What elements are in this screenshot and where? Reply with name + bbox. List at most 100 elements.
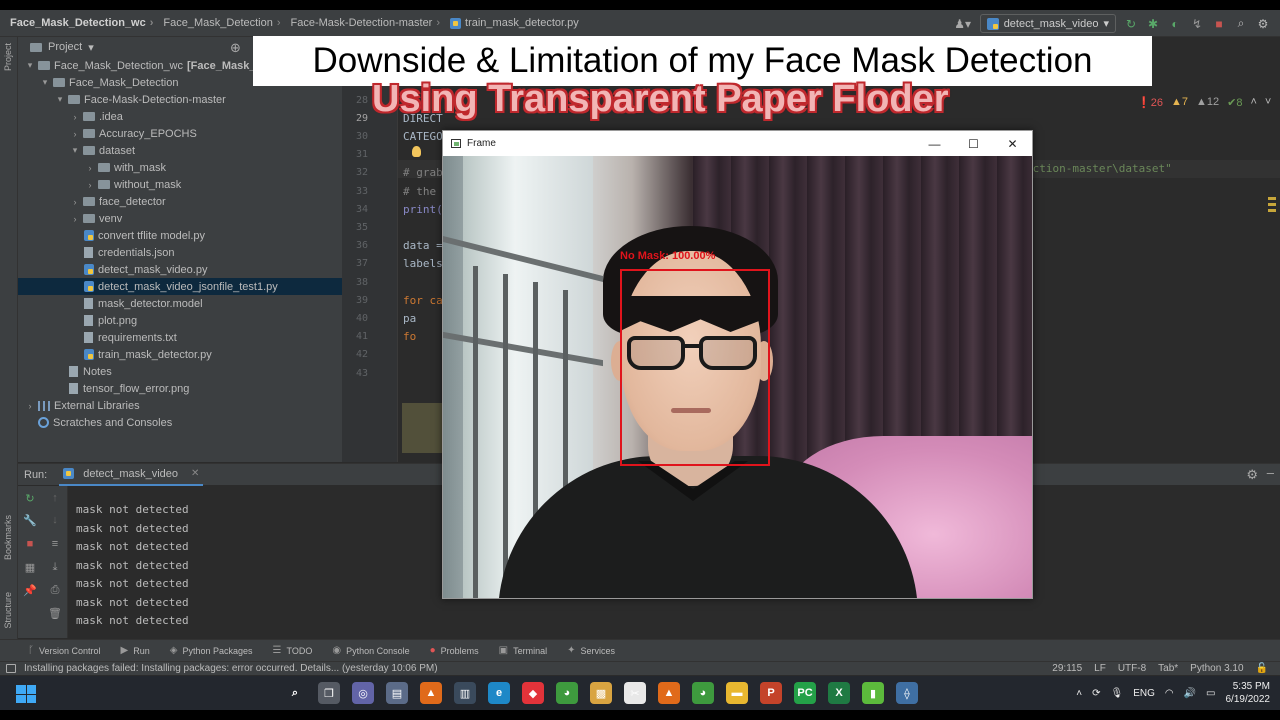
start-button[interactable] xyxy=(16,685,36,703)
indent-setting[interactable]: Tab* xyxy=(1158,663,1178,674)
matlab2-icon[interactable]: ▲ xyxy=(658,682,680,704)
language-indicator[interactable]: ENG xyxy=(1133,688,1155,699)
tree-item[interactable]: Scratches and Consoles xyxy=(18,414,342,431)
lock-icon[interactable]: 🔓 xyxy=(1256,663,1268,674)
speaker-icon[interactable]: 🔊 xyxy=(1184,688,1196,699)
tree-item[interactable]: convert tflite model.py xyxy=(18,227,342,244)
arrow-down-icon[interactable]: ↓ xyxy=(47,514,63,526)
target-icon[interactable]: ⊕ xyxy=(230,40,241,56)
tree-item[interactable]: train_mask_detector.py xyxy=(18,346,342,363)
line-separator[interactable]: LF xyxy=(1094,663,1106,674)
tree-item[interactable]: ▾ Face-Mask-Detection-master xyxy=(18,91,342,108)
wifi-icon[interactable]: ◠ xyxy=(1165,688,1174,699)
bookmarks-tool-tab[interactable]: Bookmarks xyxy=(3,515,13,560)
chevron-icon[interactable]: ▾ xyxy=(39,77,51,88)
file-encoding[interactable]: UTF-8 xyxy=(1118,663,1146,674)
tree-item[interactable]: › without_mask xyxy=(18,176,342,193)
chevron-icon[interactable]: ▾ xyxy=(54,94,66,105)
chrome-icon[interactable]: ◕ xyxy=(556,682,578,704)
soft-wrap-icon[interactable]: ≡ xyxy=(47,538,63,550)
calculator-icon[interactable]: ▤ xyxy=(386,682,408,704)
trash-icon[interactable]: 🗑 xyxy=(47,607,63,620)
python-icon[interactable]: ⟠ xyxy=(896,682,918,704)
explorer-icon[interactable]: ▬ xyxy=(726,682,748,704)
tree-item[interactable]: tensor_flow_error.png xyxy=(18,380,342,397)
clock[interactable]: 5:35 PM 6/19/2022 xyxy=(1226,680,1271,706)
coverage-icon[interactable]: ◐ xyxy=(1168,17,1182,31)
maximize-button[interactable]: ☐ xyxy=(954,131,993,156)
chevron-icon[interactable]: › xyxy=(84,163,96,173)
search-icon[interactable]: ⌕ xyxy=(1234,16,1248,31)
chevron-icon[interactable]: › xyxy=(84,180,96,190)
chevron-icon[interactable]: ▾ xyxy=(69,145,81,156)
chevron-icon[interactable]: › xyxy=(24,401,36,411)
app-icon[interactable]: ▥ xyxy=(454,682,476,704)
scroll-to-end-icon[interactable]: ⤓ xyxy=(47,561,63,574)
layout-icon[interactable]: ▦ xyxy=(22,561,38,574)
tool-tab-problems[interactable]: ● Problems xyxy=(430,645,479,656)
sync-icon[interactable]: ⟳ xyxy=(1092,688,1100,699)
search-icon[interactable]: ⌕ xyxy=(284,682,306,704)
lightbulb-icon[interactable] xyxy=(412,146,421,157)
tree-item[interactable]: detect_mask_video.py xyxy=(18,261,342,278)
chevron-icon[interactable]: › xyxy=(69,214,81,224)
project-tool-tab[interactable]: Project xyxy=(3,43,13,71)
battery-icon[interactable]: ▭ xyxy=(1206,688,1215,699)
snip-icon[interactable]: ✂ xyxy=(624,682,646,704)
inspection-widget[interactable]: ❗26 ▲7 ▲12 ✔8 ˄ ˅ xyxy=(1137,96,1271,109)
chrome2-icon[interactable]: ◕ xyxy=(692,682,714,704)
tree-item[interactable]: › .idea xyxy=(18,108,342,125)
opencv-frame-window[interactable]: Frame — ☐ ✕ No Mask: 100.00% xyxy=(442,130,1033,599)
breadcrumb-project[interactable]: Face_Mask_Detection_wc › xyxy=(0,17,153,29)
tree-item[interactable]: › venv xyxy=(18,210,342,227)
breadcrumb-file[interactable]: train_mask_detector.py xyxy=(440,17,579,29)
chevron-icon[interactable]: ▾ xyxy=(24,60,36,71)
print-icon[interactable]: ⎙ xyxy=(47,584,63,597)
tree-item[interactable]: detect_mask_video_jsonfile_test1.py xyxy=(18,278,342,295)
powerpoint-icon[interactable]: P xyxy=(760,682,782,704)
python-interpreter[interactable]: Python 3.10 xyxy=(1190,663,1243,674)
tree-item[interactable]: credentials.json xyxy=(18,244,342,261)
tree-item[interactable]: plot.png xyxy=(18,312,342,329)
chat-icon[interactable]: ◎ xyxy=(352,682,374,704)
app2-icon[interactable]: ▩ xyxy=(590,682,612,704)
wrench-icon[interactable]: 🔧 xyxy=(22,514,38,527)
run-tab-detect-mask-video[interactable]: detect_mask_video ✕ xyxy=(59,464,204,486)
tree-item[interactable]: › with_mask xyxy=(18,159,342,176)
pin-icon[interactable]: 📌 xyxy=(22,584,38,597)
rerun-icon[interactable]: ↻ xyxy=(22,492,38,505)
chevron-down-icon[interactable]: ˅ xyxy=(1265,96,1271,109)
tree-item[interactable]: ▾ dataset xyxy=(18,142,342,159)
microphone-icon[interactable]: 🎙 xyxy=(1110,688,1123,699)
tool-tab-python-console[interactable]: ◉ Python Console xyxy=(332,645,409,656)
tree-item[interactable]: › External Libraries xyxy=(18,397,342,414)
rerun-icon[interactable]: ↻ xyxy=(1124,17,1138,31)
user-icon[interactable]: ♟▾ xyxy=(954,17,972,31)
scrollbar-markers[interactable] xyxy=(1268,197,1276,215)
tool-tab-terminal[interactable]: ▣ Terminal xyxy=(499,645,547,656)
structure-tool-tab[interactable]: Structure xyxy=(3,592,13,629)
tool-tab-version-control[interactable]: ᚵ Version Control xyxy=(28,645,101,656)
settings-icon[interactable]: ⚙ xyxy=(1246,467,1258,483)
tool-tab-services[interactable]: ✦ Services xyxy=(567,645,615,656)
minimize-icon[interactable]: – xyxy=(1267,465,1274,480)
chevron-icon[interactable]: › xyxy=(69,197,81,207)
excel-icon[interactable]: X xyxy=(828,682,850,704)
stop-icon[interactable]: ■ xyxy=(1212,17,1226,31)
breadcrumb-subfolder[interactable]: Face-Mask-Detection-master › xyxy=(281,17,441,29)
status-square-icon[interactable] xyxy=(6,664,16,673)
settings-icon[interactable]: ⚙ xyxy=(1256,17,1270,31)
run-config-select[interactable]: detect_mask_video ▾ xyxy=(979,14,1116,33)
tool-tab-todo[interactable]: ☰ TODO xyxy=(273,645,313,656)
chevron-icon[interactable]: › xyxy=(69,112,81,122)
app3-icon[interactable]: ▮ xyxy=(862,682,884,704)
pycharm-icon[interactable]: PC xyxy=(794,682,816,704)
anydesk-icon[interactable]: ◆ xyxy=(522,682,544,704)
tree-item[interactable]: › Accuracy_EPOCHS xyxy=(18,125,342,142)
profile-icon[interactable]: ↯ xyxy=(1190,17,1204,31)
task-view-icon[interactable]: ❐ xyxy=(318,682,340,704)
debug-icon[interactable]: ✱ xyxy=(1146,17,1160,31)
status-message[interactable]: Installing packages failed: Installing p… xyxy=(0,663,438,674)
caret-position[interactable]: 29:115 xyxy=(1052,663,1082,674)
breadcrumb-folder[interactable]: Face_Mask_Detection › xyxy=(153,17,280,29)
